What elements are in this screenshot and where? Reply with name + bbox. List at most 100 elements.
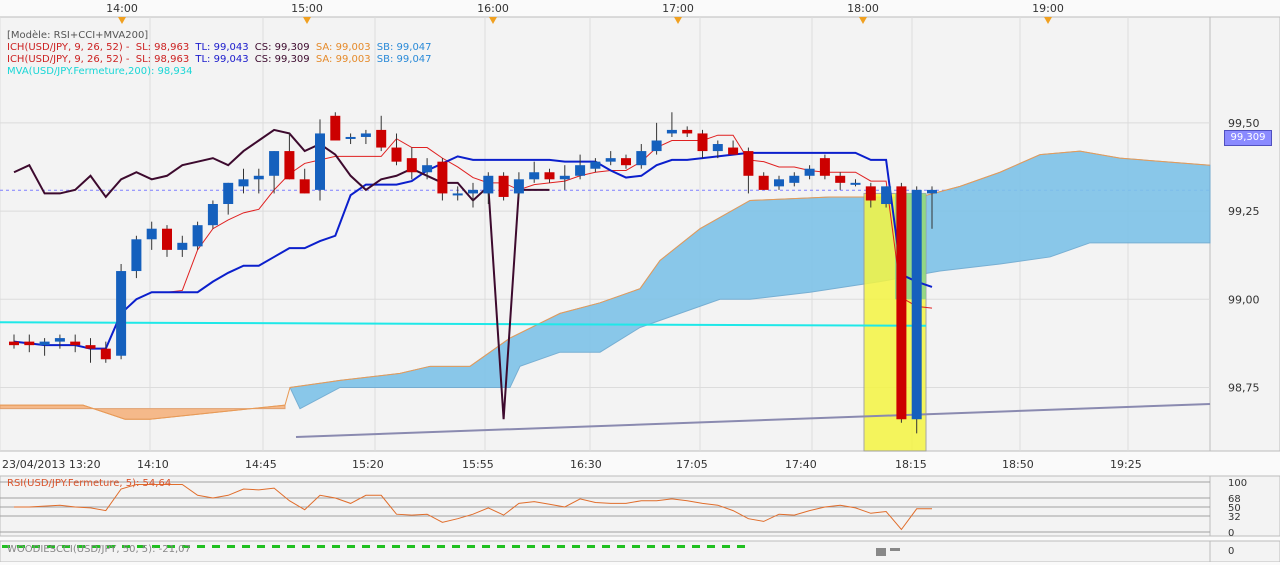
cci-bar: [467, 545, 475, 548]
candle-bearish: [621, 158, 631, 166]
candle-bullish: [804, 168, 815, 176]
bottom-axis-label: 17:40: [785, 458, 817, 471]
candle-bearish: [743, 151, 754, 176]
candle-bullish: [315, 133, 325, 190]
candle-bearish: [819, 158, 830, 176]
candle-bearish: [835, 175, 846, 183]
legend-ich1-sb: SB: 99,047: [376, 42, 432, 53]
bottom-axis-label: 15:20: [352, 458, 384, 471]
candle-bullish: [927, 189, 937, 194]
candle-bullish: [39, 341, 50, 346]
rsi-level-label: 0: [1228, 528, 1234, 539]
cci-bar: [677, 545, 685, 548]
rsi-level-label: 100: [1228, 478, 1247, 489]
cci-bar: [707, 545, 715, 548]
candle-bullish: [192, 225, 203, 247]
cci-bar: [572, 545, 580, 548]
legend-ich2-sb: SB: 99,047: [376, 54, 432, 65]
cci-bar-neg: [876, 548, 886, 556]
cci-bar: [407, 545, 415, 548]
candle-bullish: [207, 204, 218, 226]
candle-bullish: [452, 193, 463, 196]
candle-bearish: [391, 147, 402, 162]
candle-bullish: [146, 228, 157, 240]
top-axis-label: 19:00: [1032, 2, 1064, 15]
candle-bearish: [85, 345, 96, 349]
cci-bar: [212, 545, 220, 548]
cci-bar: [362, 545, 370, 548]
bottom-axis-label: 19:25: [1110, 458, 1142, 471]
rsi-level-label: 32: [1228, 512, 1241, 523]
candle-bullish: [177, 242, 188, 250]
y-axis-tick: 99,25: [1228, 205, 1260, 218]
cci-bar: [692, 545, 700, 548]
candle-bullish: [422, 165, 433, 173]
y-axis-tick: 99,50: [1228, 117, 1260, 130]
candle-bullish: [911, 189, 922, 420]
candle-bullish: [789, 175, 800, 183]
cci-bar: [302, 545, 310, 548]
bottom-axis-label: 14:45: [245, 458, 277, 471]
cci-bar: [197, 545, 205, 548]
legend-ich2-sl: SL: 98,963: [135, 54, 190, 65]
candle-bullish: [269, 151, 280, 176]
legend-mva: MVA(USD/JPY.Fermeture,200): 98,934: [7, 66, 193, 77]
cci-bar: [722, 545, 730, 548]
cci-bar: [242, 545, 250, 548]
cci-bar: [542, 545, 550, 548]
legend-ich1-name: ICH(USD/JPY, 9, 26, 52) -: [7, 42, 130, 53]
candle-bullish: [513, 179, 524, 194]
cci-bar: [737, 545, 745, 548]
candle-bullish: [774, 179, 784, 187]
candle-bearish: [682, 129, 693, 134]
candle-bearish: [100, 348, 111, 360]
candle-bearish: [24, 341, 35, 346]
candle-bearish: [162, 228, 172, 250]
candlestick-chart[interactable]: 14:00 15:00 16:00 17:00 18:00 19:00 23/04/2013…: [0, 0, 1280, 563]
candle-bearish: [697, 133, 708, 152]
legend-ich2-tl: TL: 99,043: [195, 54, 249, 65]
chart-area[interactable]: 14:00 15:00 16:00 17:00 18:00 19:00 23/04/2013…: [0, 0, 1280, 563]
top-axis-label: 15:00: [291, 2, 323, 15]
cci-bar: [452, 545, 460, 548]
cci-bar: [482, 545, 490, 548]
cci-bar: [557, 545, 565, 548]
cci-bar: [392, 545, 400, 548]
candle-bullish: [712, 144, 723, 152]
candle-bearish: [406, 158, 417, 173]
candle-bearish: [896, 186, 907, 420]
candle-bullish: [666, 129, 677, 134]
candle-bullish: [116, 271, 127, 356]
candle-bearish: [330, 115, 341, 141]
cci-bar: [512, 545, 520, 548]
legend-ich1-sl: SL: 98,963: [135, 42, 190, 53]
top-axis-label: 18:00: [847, 2, 879, 15]
cci-bar: [527, 545, 535, 548]
candle-bullish: [575, 165, 586, 176]
bottom-axis-label: 15:55: [462, 458, 494, 471]
legend-ich2-name: ICH(USD/JPY, 9, 26, 52) -: [7, 54, 130, 65]
cci-bar: [602, 545, 610, 548]
candle-bearish: [865, 186, 876, 201]
candle-bullish: [360, 133, 371, 137]
candle-bullish: [529, 172, 540, 180]
cci-bar: [617, 545, 625, 548]
cci-bar: [662, 545, 670, 548]
cci-axis-panel: [1209, 540, 1280, 563]
candle-bullish: [483, 175, 494, 194]
cci-bar: [347, 545, 355, 548]
candle-bullish: [131, 239, 142, 272]
cci-level-label: 0: [1228, 546, 1234, 557]
cci-bar: [272, 545, 280, 548]
y-axis-tick: 98,75: [1228, 381, 1260, 394]
cci-bar: [377, 545, 385, 548]
bottom-axis-label: 18:15: [895, 458, 927, 471]
cci-bar: [437, 545, 445, 548]
candle-bullish: [559, 175, 570, 180]
cci-label: WOODIESCCI(USD/JPY, 50, 5): -21,07: [7, 544, 191, 555]
candle-bullish: [850, 182, 861, 185]
bottom-axis-label: 17:05: [676, 458, 708, 471]
cci-bar: [332, 545, 340, 548]
legend-ich1-cs: CS: 99,309: [254, 42, 310, 53]
candle-bearish: [299, 179, 310, 194]
